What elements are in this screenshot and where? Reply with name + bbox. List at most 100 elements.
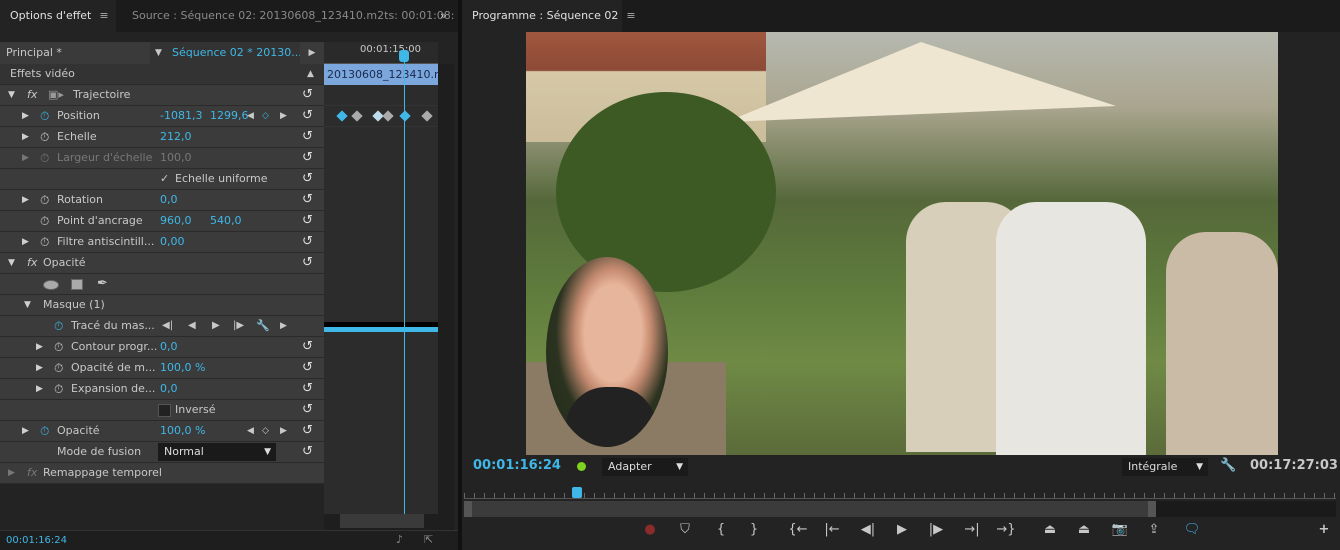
fx-icon[interactable]: fx [27,253,37,273]
mark-out-icon[interactable]: } [744,522,764,537]
extract-icon[interactable]: ⏏ [1074,522,1094,537]
pen-mask-icon[interactable]: ✒ [97,274,108,294]
vertical-scrollbar[interactable] [438,64,454,530]
reset-icon[interactable]: ↺ [302,169,313,189]
reset-icon[interactable]: ↺ [302,232,313,252]
zoom-scrollbar[interactable] [464,501,1336,517]
stopwatch-icon[interactable]: ⏱ [54,337,63,357]
expand-icon[interactable]: ▼ [8,85,15,105]
overflow-tabs-button[interactable]: » [436,0,451,32]
stopwatch-icon[interactable]: ⏱ [40,421,49,441]
stopwatch-icon[interactable]: ⏱ [54,316,63,336]
stopwatch-icon[interactable]: ⏱ [40,232,49,252]
mask-opacity-value[interactable]: 100,0 % [160,358,205,378]
timeline-h-scrollbar[interactable] [324,514,438,530]
keyframe[interactable] [382,110,394,122]
add-keyframe-icon[interactable]: ◇ [262,421,269,441]
step-back-icon[interactable]: ◀| [858,522,878,537]
reset-icon[interactable]: ↺ [302,190,313,210]
expand-icon[interactable]: ▶ [8,463,15,483]
expand-icon[interactable]: ▶ [22,106,29,126]
reset-icon[interactable]: ↺ [302,148,313,168]
effect-timeline[interactable]: 00:01:15:00 20130608_123410.m2 [324,42,438,530]
reset-icon[interactable]: ↺ [302,442,313,462]
reset-icon[interactable]: ↺ [302,127,313,147]
position-y-value[interactable]: 1299,6 [210,106,249,126]
stopwatch-icon[interactable]: ⏱ [54,379,63,399]
prev-keyframe-icon[interactable]: ◀ [247,106,254,126]
mask-group[interactable]: ▼ Masque (1) [0,295,324,316]
go-to-previous-edit-icon[interactable]: |← [822,522,842,537]
track-forward-frame-icon[interactable]: ▶ [212,316,220,336]
expand-icon[interactable]: ▶ [22,190,29,210]
stopwatch-icon[interactable]: ⏱ [40,190,49,210]
current-time[interactable]: 00:01:16:24 [6,535,67,546]
export-frame-camera-icon[interactable]: 📷 [1110,522,1130,537]
scale-value[interactable]: 212,0 [160,127,192,147]
reset-icon[interactable]: ↺ [302,253,313,273]
next-keyframe-icon[interactable]: ▶ [280,106,287,126]
expand-icon[interactable]: ▶ [22,421,29,441]
record-icon[interactable]: ● [640,522,660,537]
expand-icon[interactable]: ▼ [24,295,31,315]
expand-icon[interactable]: ▶ [36,358,43,378]
stopwatch-icon[interactable]: ⏱ [40,211,49,231]
add-button-icon[interactable]: + [1314,522,1334,537]
tab-effect-controls[interactable]: Options d'effet ≡ [0,0,116,32]
master-clip-tab[interactable]: Principal * 20130608_12... [0,42,150,81]
position-x-value[interactable]: -1081,3 [160,106,202,126]
keyframe[interactable] [421,110,433,122]
go-to-out-icon[interactable]: →} [996,522,1016,537]
anchor-x-value[interactable]: 960,0 [160,211,192,231]
rotation-value[interactable]: 0,0 [160,190,178,210]
mask-ellipse-face[interactable] [546,257,668,447]
lift-icon[interactable]: ⏏ [1040,522,1060,537]
feather-value[interactable]: 0,0 [160,337,178,357]
expand-icon[interactable]: ▶ [22,232,29,252]
panel-menu-icon[interactable]: ≡ [99,0,108,32]
zoom-dropdown[interactable]: Adapter ▼ [602,458,688,476]
mark-in-icon[interactable]: { [711,522,731,537]
blend-mode-dropdown[interactable]: Normal ▼ [158,443,276,461]
add-keyframe-icon[interactable]: ◇ [262,106,269,126]
expand-icon[interactable]: ▶ [22,127,29,147]
wrench-icon[interactable]: 🔧 [256,316,270,336]
uniform-scale-checkbox[interactable]: ✓ [160,169,169,189]
next-keyframe-icon[interactable]: ▶ [280,316,287,336]
play-icon[interactable]: ▶ [892,522,912,537]
track-back-frame-icon[interactable]: ◀ [188,316,196,336]
panel-menu-icon[interactable]: ≡ [626,0,635,32]
audio-scrub-icon[interactable]: ♪ [396,533,403,546]
opacity-value[interactable]: 100,0 % [160,421,205,441]
video-frame[interactable] [526,32,1278,455]
sequence-clip-tab[interactable]: Séquence 02 * 20130... [172,42,302,64]
keyframe[interactable] [351,110,363,122]
go-to-next-edit-icon[interactable]: →| [962,522,982,537]
keyframe[interactable] [399,110,411,122]
add-marker-icon[interactable]: ⛉ [675,522,695,537]
reset-icon[interactable]: ↺ [302,106,313,126]
keyframe[interactable] [336,110,348,122]
comment-icon[interactable]: 🗨 [1182,522,1202,537]
stopwatch-icon[interactable]: ⏱ [40,127,49,147]
rectangle-mask-icon[interactable] [71,279,83,290]
ellipse-mask-icon[interactable] [43,280,59,290]
flicker-value[interactable]: 0,00 [160,232,185,252]
effect-opacity[interactable]: ▼ fx Opacité ↺ [0,253,324,274]
track-backward-icon[interactable]: ◀| [162,316,173,336]
expand-icon[interactable]: ▼ [8,253,15,273]
reset-icon[interactable]: ↺ [302,337,313,357]
expand-icon[interactable]: ▶ [36,379,43,399]
time-ruler[interactable] [464,487,1336,499]
effect-time-remap[interactable]: ▶ fx Remappage temporel [0,463,324,484]
collapse-icon[interactable]: ▲ [307,64,314,84]
stopwatch-icon[interactable]: ⏱ [40,106,49,126]
go-to-in-icon[interactable]: {← [788,522,808,537]
show-timeline-button[interactable]: ▶ [300,42,324,64]
position-keyframes[interactable] [324,106,438,127]
stopwatch-icon[interactable]: ⏱ [54,358,63,378]
export-icon[interactable]: ⇱ [424,533,433,546]
inverted-checkbox[interactable] [158,404,171,417]
reset-icon[interactable]: ↺ [302,211,313,231]
effect-motion[interactable]: ▼ fx ▣▸ Trajectoire ↺ [0,85,324,106]
